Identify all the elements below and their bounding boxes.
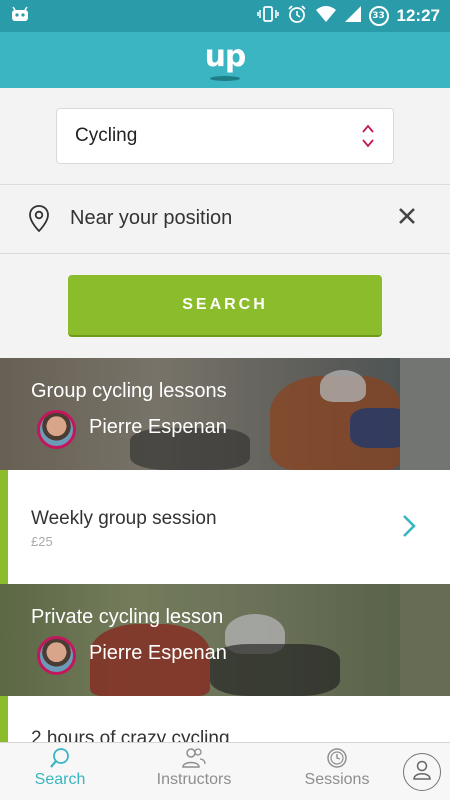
chevron-updown-icon [361,123,375,155]
list-item[interactable]: Weekly group session £25 [0,470,450,584]
sport-select[interactable]: Cycling [56,108,394,164]
vibrate-icon [256,5,279,27]
chevron-right-icon [402,514,416,542]
instructor-name: Pierre Espenan [89,642,227,664]
tab-sessions-label: Sessions [304,771,370,788]
search-button[interactable]: SEARCH [68,275,382,337]
search-icon [0,747,120,769]
android-debug-icon [10,6,30,28]
profile-button[interactable] [403,753,441,791]
signal-icon [344,6,361,26]
location-field[interactable]: Near your position [0,184,450,254]
tab-search[interactable]: Search [0,747,120,789]
tab-instructors[interactable]: Instructors [134,747,254,789]
people-icon [134,747,254,769]
tab-search-label: Search [34,771,86,788]
avatar [37,410,76,449]
app-logo: up [204,38,247,74]
close-icon[interactable] [398,207,416,229]
result-title: Group cycling lessons [31,380,227,402]
status-time: 12:27 [396,6,440,25]
status-bar: 33 12:27 [0,0,450,32]
tab-sessions[interactable]: Sessions [277,747,397,789]
search-area: SEARCH [0,254,450,358]
result-title: Private cycling lesson [31,606,224,628]
alarm-icon [287,4,307,28]
sport-select-value: Cycling [75,125,138,146]
location-pin-icon [28,205,50,237]
logo-shadow [210,76,240,81]
filter-area: Cycling [0,88,450,184]
instructor-name: Pierre Espenan [89,416,227,438]
battery-icon: 33 [368,6,389,26]
bottom-nav: Search Instructors Sessions [0,742,450,800]
session-title: Weekly group session [31,508,217,529]
wifi-icon [315,5,337,27]
clock-icon [277,747,397,769]
list-item[interactable]: 2 hours of crazy cycling [0,696,450,746]
avatar [37,636,76,675]
app-header: up [0,32,450,88]
result-banner[interactable]: Private cycling lesson Pierre Espenan [0,584,450,696]
tab-instructors-label: Instructors [156,771,232,788]
user-icon [412,759,432,785]
location-value: Near your position [70,207,233,229]
result-banner[interactable]: Group cycling lessons Pierre Espenan [0,358,450,470]
session-price: £25 [31,534,53,549]
